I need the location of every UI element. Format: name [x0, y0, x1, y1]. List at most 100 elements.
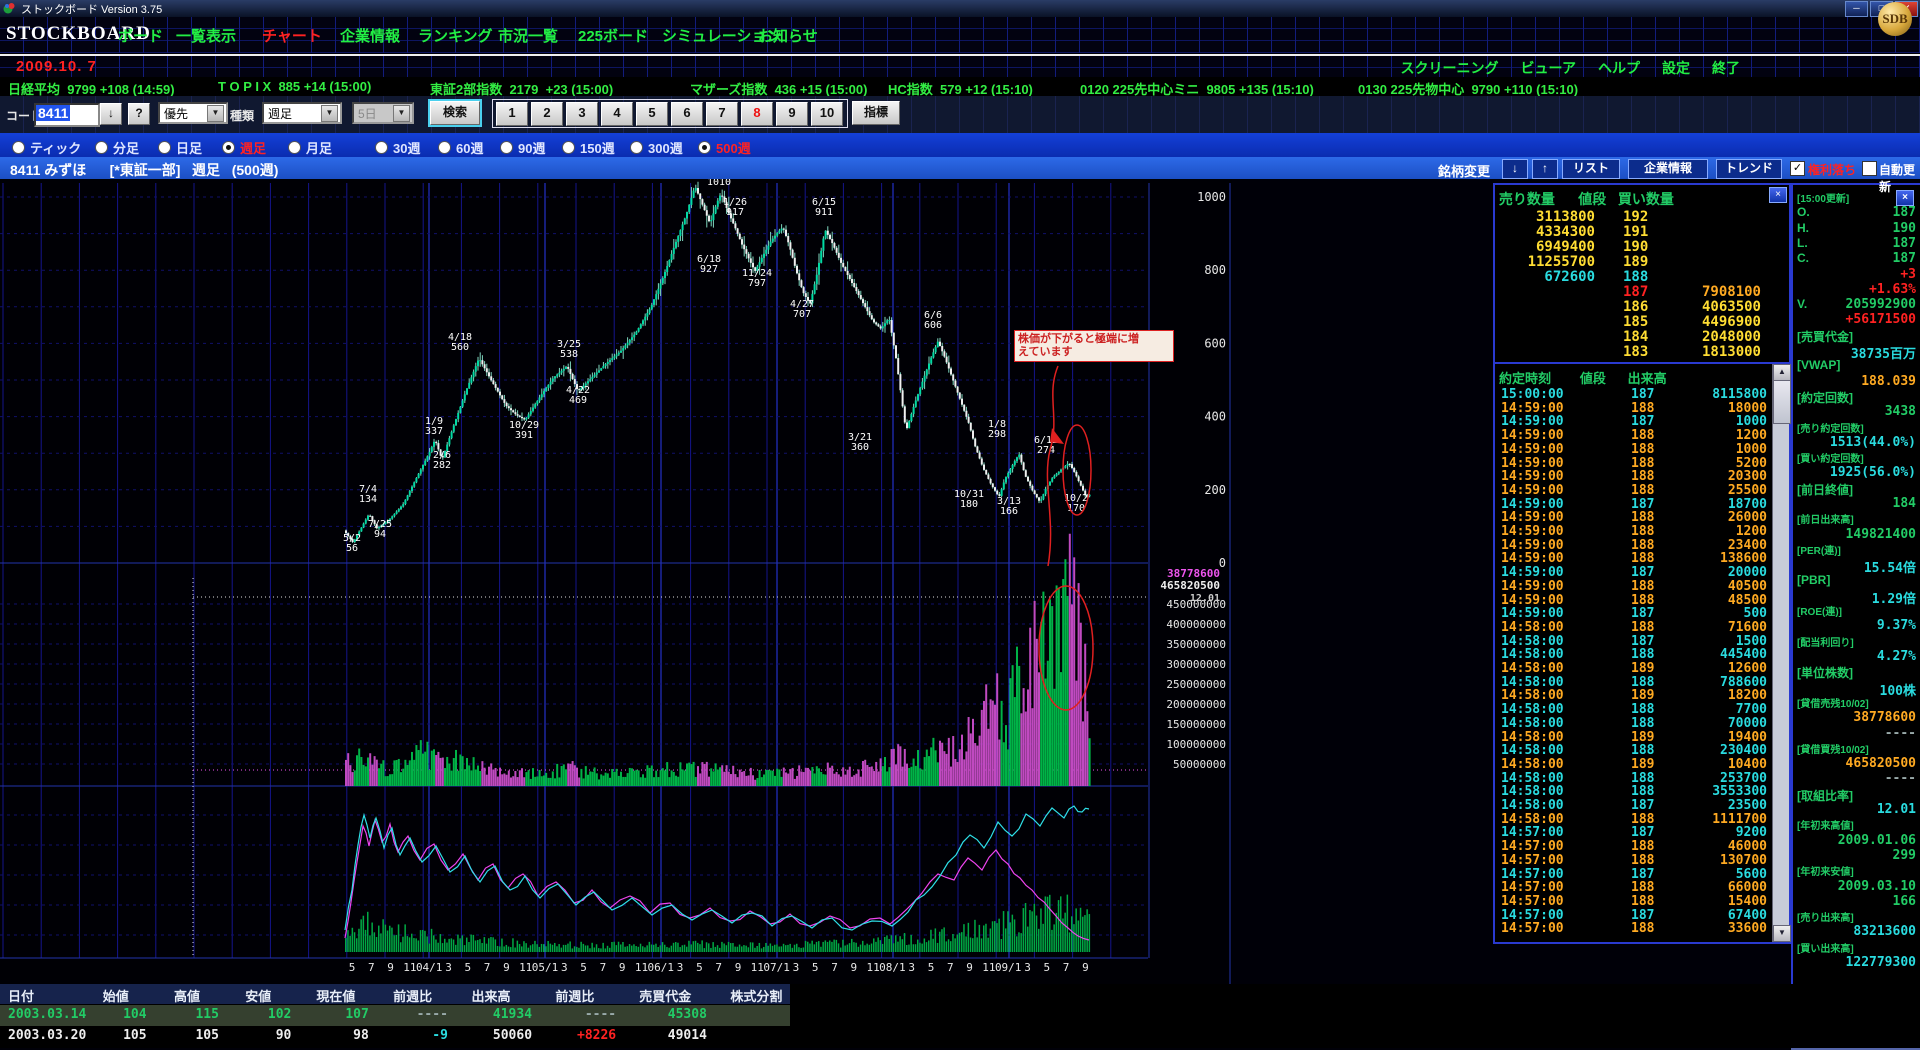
menu-item-8[interactable]: お知らせ: [758, 25, 818, 46]
table-cell: 105: [161, 1026, 233, 1047]
change-symbol-label[interactable]: 銘柄変更: [1438, 161, 1490, 180]
page-button-4[interactable]: 4: [601, 102, 633, 126]
radio-icon: [438, 141, 451, 154]
ticker-item-1: T O P I X 885 +14 (15:00): [218, 79, 371, 94]
period-radio-ティック[interactable]: ティック: [12, 138, 81, 157]
help-button[interactable]: ?: [128, 103, 150, 125]
table-cell: 105: [88, 1026, 160, 1047]
page-button-9[interactable]: 9: [776, 102, 808, 126]
stat-value: 3438: [1885, 404, 1916, 419]
utility-menu-item-0[interactable]: スクリーニング: [1401, 58, 1499, 78]
stat-line: [年初来高値]: [1797, 817, 1916, 832]
page-button-10[interactable]: 10: [811, 102, 843, 126]
utility-menu-item-4[interactable]: 終了: [1712, 58, 1740, 78]
period-radio-150週[interactable]: 150週: [562, 138, 615, 157]
page-button-5[interactable]: 5: [636, 102, 668, 126]
svg-text:11: 11: [866, 961, 879, 974]
stat-value: 205992900: [1846, 297, 1916, 312]
symbol-up-button[interactable]: ↑: [1532, 159, 1558, 179]
period-radio-日足[interactable]: 日足: [158, 138, 202, 157]
period-radio-週足[interactable]: 週足: [222, 138, 266, 157]
svg-text:5: 5: [580, 961, 587, 974]
search-button[interactable]: 検索: [430, 101, 480, 125]
table-header: 売買代金: [631, 984, 722, 1004]
page-button-1[interactable]: 1: [496, 102, 528, 126]
svg-text:06/1: 06/1: [648, 961, 675, 974]
priority-select[interactable]: 優先▼: [158, 102, 228, 124]
period-radio-500週[interactable]: 500週: [698, 138, 751, 157]
menu-item-5[interactable]: 市況一覧: [498, 25, 558, 46]
menu-item-3[interactable]: 企業情報: [340, 25, 400, 46]
radio-icon: [375, 141, 388, 154]
rights-checkbox[interactable]: ✓: [1790, 161, 1805, 176]
table-header: 前週比: [385, 984, 463, 1004]
page-button-8[interactable]: 8: [741, 102, 773, 126]
svg-text:3: 3: [561, 961, 568, 974]
utility-menu-item-2[interactable]: ヘルプ: [1598, 58, 1640, 78]
symbol-down-button[interactable]: ↓: [1502, 159, 1528, 179]
menu-item-2[interactable]: チャート: [262, 25, 322, 46]
svg-text:6/15911: 6/15911: [812, 197, 836, 218]
radio-label: 月足: [306, 138, 332, 157]
stat-value: 1925(56.0%): [1830, 465, 1916, 480]
stat-label: [配当利回り]: [1797, 634, 1854, 649]
svg-text:04/1: 04/1: [416, 961, 443, 974]
stat-line: [買い約定回数]: [1797, 450, 1916, 465]
svg-text:9: 9: [850, 961, 857, 974]
radio-icon: [500, 141, 513, 154]
svg-text:5: 5: [349, 961, 356, 974]
svg-text:600: 600: [1204, 336, 1226, 350]
stat-value: 187: [1893, 236, 1916, 251]
stat-label: [PER(連)]: [1797, 542, 1841, 557]
scroll-down-icon[interactable]: ▼: [1773, 925, 1791, 942]
company-info-button[interactable]: 企業情報: [1628, 159, 1708, 179]
page-button-7[interactable]: 7: [706, 102, 738, 126]
utility-menu-item-3[interactable]: 設定: [1662, 58, 1690, 78]
minimize-button[interactable]: ─: [1845, 1, 1868, 17]
table-row[interactable]: 2003.03.201051059098-950060+822649014: [0, 1026, 790, 1047]
scroll-thumb[interactable]: [1773, 380, 1791, 424]
stat-line: 12.01: [1797, 802, 1916, 817]
code-down-button[interactable]: ↓: [100, 103, 122, 125]
scroll-up-icon[interactable]: ▲: [1773, 364, 1791, 381]
table-row[interactable]: 2003.03.14104115102107----41934----45308: [0, 1005, 790, 1026]
menu-item-4[interactable]: ランキング: [418, 25, 493, 46]
buy-qty: 4063500: [1702, 299, 1761, 315]
page-button-3[interactable]: 3: [566, 102, 598, 126]
period-select[interactable]: 週足▼: [262, 102, 342, 124]
page-button-2[interactable]: 2: [531, 102, 563, 126]
stat-line: [PER(連)]: [1797, 542, 1916, 557]
trend-button[interactable]: トレンド: [1716, 159, 1782, 179]
period-radio-90週[interactable]: 90週: [500, 138, 545, 157]
page-button-6[interactable]: 6: [671, 102, 703, 126]
table-cell: 2003.03.20: [0, 1026, 88, 1047]
auto-update-checkbox[interactable]: [1862, 161, 1877, 176]
stat-line: 122779300: [1797, 955, 1916, 970]
period-radio-月足[interactable]: 月足: [288, 138, 332, 157]
indicator-button[interactable]: 指標: [852, 101, 900, 125]
stat-label: [売り出来高]: [1797, 909, 1854, 924]
table-header: 出来高: [464, 984, 548, 1004]
period-radio-30週[interactable]: 30週: [375, 138, 420, 157]
menu-bar: STOCKBOARD ボード一覧表示チャート企業情報ランキング市況一覧225ボー…: [0, 17, 1920, 53]
menu-item-0[interactable]: ボード: [118, 25, 163, 46]
tick-scrollbar[interactable]: ▲ ▼: [1772, 364, 1789, 942]
svg-text:1/26917: 1/26917: [723, 197, 747, 218]
period-radio-分足[interactable]: 分足: [95, 138, 139, 157]
table-cell: 104: [88, 1005, 160, 1026]
menu-item-6[interactable]: 225ボード: [578, 25, 648, 46]
window-title: ストックボード Version 3.75: [21, 1, 162, 17]
period-radio-300週[interactable]: 300週: [630, 138, 683, 157]
chevron-down-icon: ▼: [321, 105, 338, 122]
stat-value: ----: [1885, 726, 1916, 741]
svg-text:7: 7: [947, 961, 954, 974]
stat-line: [VWAP]: [1797, 358, 1916, 372]
utility-menu-item-1[interactable]: ビューア: [1521, 58, 1576, 78]
table-cell: 50060: [462, 1026, 546, 1047]
price: 187: [1623, 284, 1648, 300]
menu-item-1[interactable]: 一覧表示: [176, 25, 236, 46]
code-input[interactable]: 8411: [34, 103, 100, 127]
stat-label: [買い出来高]: [1797, 940, 1854, 955]
period-radio-60週[interactable]: 60週: [438, 138, 483, 157]
list-button[interactable]: リスト: [1562, 159, 1620, 179]
